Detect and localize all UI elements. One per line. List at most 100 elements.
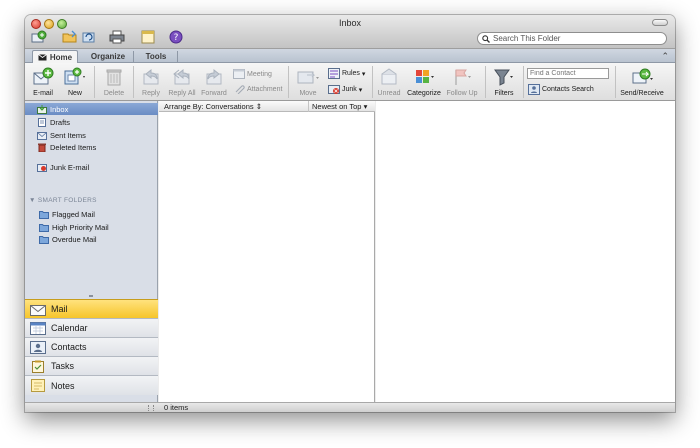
junk-button[interactable]: Junk ▾	[328, 84, 362, 95]
filters-button[interactable]: Filters	[488, 63, 520, 101]
message-list-header: Arrange By: Conversations ⇕ Newest on To…	[159, 101, 375, 112]
tab-tools-label: Tools	[145, 52, 167, 61]
sort-arrows-icon: ⇕	[255, 102, 263, 111]
reply-all-button[interactable]: Reply All	[166, 63, 198, 101]
unread-button[interactable]: Unread	[376, 63, 402, 101]
tab-tools[interactable]: Tools	[136, 50, 176, 63]
delete-button[interactable]: Delete	[101, 63, 127, 101]
meeting-button[interactable]: Meeting	[233, 69, 272, 79]
collapse-ribbon-icon[interactable]: ⌃	[661, 51, 669, 62]
unread-label: Unread	[377, 90, 401, 97]
move-button[interactable]: Move	[292, 63, 324, 101]
pane-splitter-handle[interactable]	[89, 295, 93, 297]
folder-overdue[interactable]: Overdue Mail	[25, 233, 158, 245]
meeting-icon	[233, 69, 245, 79]
search-field[interactable]	[477, 32, 667, 45]
tab-organize-label: Organize	[90, 52, 126, 61]
folder-deleted[interactable]: Deleted Items	[25, 141, 158, 153]
categorize-label: Categorize	[407, 90, 441, 97]
reply-icon	[143, 68, 159, 85]
new-item-button[interactable]: New	[60, 63, 90, 101]
folder-junk-label: Junk E-mail	[50, 162, 90, 172]
follow-up-label: Follow Up	[446, 90, 478, 97]
nav-contacts[interactable]: Contacts	[25, 337, 158, 356]
folder-junk[interactable]: Junk E-mail	[25, 161, 158, 173]
toolbar-toggle-button[interactable]	[652, 19, 668, 26]
contacts-search-button[interactable]: Contacts Search	[528, 84, 594, 95]
folder-flagged-label: Flagged Mail	[52, 209, 95, 219]
new-email-button[interactable]: E-mail	[29, 63, 57, 101]
mail-icon	[30, 304, 46, 316]
calendar-icon	[30, 321, 46, 335]
folder-drafts-label: Drafts	[50, 117, 71, 127]
folder-high-priority[interactable]: High Priority Mail	[25, 221, 158, 233]
outlook-window: Inbox ? Search This Folder Home Organize…	[25, 15, 675, 412]
calendar-quick-icon[interactable]	[140, 30, 156, 44]
folder-sent[interactable]: Sent Items	[25, 129, 158, 141]
forward-icon	[206, 68, 222, 85]
flag-icon	[455, 69, 471, 85]
arrange-by-menu[interactable]: Arrange By: Conversations ⇕	[164, 102, 262, 111]
categorize-button[interactable]: Categorize	[405, 63, 443, 101]
nav-notes-label: Notes	[51, 380, 75, 391]
attachment-label: Attachment	[247, 85, 283, 93]
notes-icon	[31, 379, 45, 392]
envelope-icon	[38, 53, 47, 60]
resize-grip-icon[interactable]	[148, 405, 154, 411]
nav-calendar-label: Calendar	[51, 323, 88, 333]
sort-order-menu[interactable]: Newest on Top ▾	[308, 101, 367, 112]
folder-deleted-label: Deleted Items	[50, 142, 97, 152]
contacts-search-label: Contacts Search	[542, 86, 594, 93]
rules-label: Rules	[342, 70, 360, 77]
tab-home[interactable]: Home	[32, 50, 78, 63]
folder-quick-icon[interactable]	[62, 30, 78, 44]
ribbon-divider	[94, 66, 95, 98]
new-email-label: E-mail	[33, 90, 53, 97]
tab-divider	[133, 51, 134, 62]
smart-folder-icon	[39, 223, 49, 232]
nav-calendar[interactable]: Calendar	[25, 318, 158, 337]
filters-label: Filters	[494, 90, 514, 97]
nav-tasks[interactable]: Tasks	[25, 356, 158, 375]
send-receive-button[interactable]: Send/Receive	[619, 63, 665, 101]
new-item-icon	[64, 67, 85, 85]
find-contact-input[interactable]	[527, 68, 609, 79]
title-bar: Inbox ?	[25, 15, 675, 49]
tab-organize[interactable]: Organize	[83, 50, 133, 63]
smart-folders-header[interactable]: ▼ SMART FOLDERS	[29, 197, 97, 204]
filter-icon	[494, 69, 513, 86]
attachment-button[interactable]: Attachment	[233, 84, 282, 94]
sort-order-label: Newest on Top	[312, 102, 362, 111]
print-quick-icon[interactable]	[109, 30, 125, 44]
move-label: Move	[299, 90, 317, 97]
send-receive-quick-icon[interactable]	[31, 30, 47, 44]
chevron-down-icon: ▾	[358, 86, 363, 94]
search-input[interactable]	[493, 34, 653, 43]
reply-button[interactable]: Reply	[138, 63, 164, 101]
ribbon-tabs: Home Organize Tools ⌃	[25, 49, 675, 63]
folder-flagged[interactable]: Flagged Mail	[25, 208, 158, 220]
folder-sent-label: Sent Items	[50, 130, 86, 140]
nav-mail[interactable]: Mail	[25, 299, 158, 318]
window-title: Inbox	[338, 18, 362, 28]
chevron-down-icon: ▾	[361, 70, 366, 78]
rules-icon	[328, 68, 340, 79]
follow-up-button[interactable]: Follow Up	[445, 63, 479, 101]
chevron-down-icon: ▾	[363, 102, 368, 111]
rules-button[interactable]: Rules ▾	[328, 68, 365, 79]
reading-pane	[376, 101, 675, 402]
ribbon-divider	[372, 66, 373, 98]
search-icon	[482, 34, 490, 43]
arrange-by-label: Arrange By: Conversations	[164, 102, 254, 111]
contacts-icon	[30, 340, 46, 354]
folder-drafts[interactable]: Drafts	[25, 116, 158, 128]
nav-notes[interactable]: Notes	[25, 375, 158, 395]
forward-button[interactable]: Forward	[199, 63, 229, 101]
forward-label: Forward	[201, 90, 227, 97]
ribbon-divider	[133, 66, 134, 98]
smart-folder-icon	[39, 210, 49, 219]
folder-inbox[interactable]: Inbox	[25, 103, 158, 115]
new-email-icon	[33, 67, 54, 85]
undo-quick-icon[interactable]	[81, 30, 97, 44]
help-quick-icon[interactable]: ?	[168, 30, 184, 44]
